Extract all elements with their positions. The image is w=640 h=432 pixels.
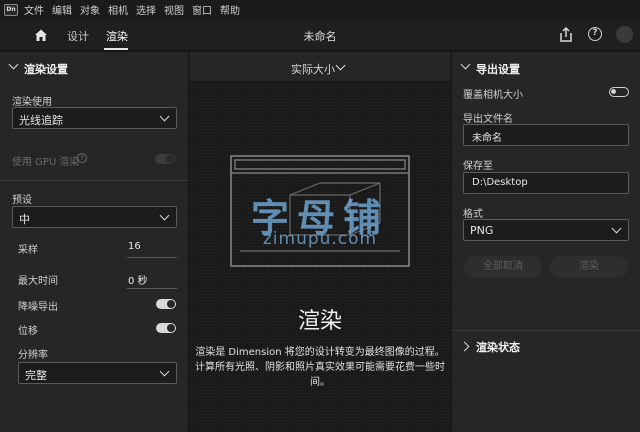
format-value: PNG xyxy=(470,224,494,237)
gpu-render-toggle[interactable] xyxy=(155,154,175,164)
resolution-select[interactable]: 完整 xyxy=(18,362,177,384)
collapse-chevron-icon[interactable] xyxy=(460,59,471,70)
help-icon[interactable]: ? xyxy=(588,27,602,41)
resolution-value: 完整 xyxy=(25,369,47,382)
empty-state-title: 渲染 xyxy=(297,309,342,334)
max-time-underline xyxy=(127,288,177,289)
filename-input[interactable]: 未命名 xyxy=(463,124,629,146)
render-status-title[interactable]: 渲染状态 xyxy=(476,339,520,355)
format-select[interactable]: PNG xyxy=(463,219,629,241)
denoise-export-toggle[interactable] xyxy=(156,299,176,309)
home-icon[interactable] xyxy=(34,28,48,42)
override-camera-size-toggle[interactable] xyxy=(609,87,629,97)
menu-bar: Dn 文件 编辑 对象 相机 选择 视图 窗口 帮助 xyxy=(0,0,640,19)
format-label: 格式 xyxy=(463,209,483,220)
gpu-render-label: 使用 GPU 渲染 xyxy=(12,157,80,168)
override-camera-size-label: 覆盖相机大小 xyxy=(463,90,523,101)
filename-value: 未命名 xyxy=(472,133,502,144)
denoise-export-label: 降噪导出 xyxy=(18,302,58,313)
save-to-input[interactable]: D:\Desktop xyxy=(463,172,629,194)
menu-view[interactable]: 视图 xyxy=(164,2,184,17)
max-time-label: 最大时间 xyxy=(18,276,58,287)
chevron-down-icon xyxy=(159,366,170,377)
menu-file[interactable]: 文件 xyxy=(24,2,44,17)
section-divider xyxy=(452,330,640,331)
menu-select[interactable]: 选择 xyxy=(136,2,156,17)
menu-window[interactable]: 窗口 xyxy=(192,2,212,17)
export-settings-panel: 导出设置 覆盖相机大小 导出文件名 未命名 保存至 D:\Desktop 格式 … xyxy=(451,52,640,432)
render-settings-panel: 渲染设置 渲染使用 光线追踪 使用 GPU 渲染 ? 预设 中 采样 16 最大… xyxy=(0,52,189,432)
samples-underline xyxy=(127,257,177,258)
preset-value: 中 xyxy=(19,213,30,226)
menu-edit[interactable]: 编辑 xyxy=(52,2,72,17)
render-canvas-panel: 实际大小 字母铺 zimupu.com 渲染 渲染是 Dimension 将您的… xyxy=(190,52,450,432)
chevron-down-icon xyxy=(159,111,170,122)
render-use-label: 渲染使用 xyxy=(12,97,52,108)
share-icon[interactable] xyxy=(559,27,573,42)
section-divider xyxy=(0,180,188,181)
view-size-select[interactable]: 实际大小 xyxy=(190,52,450,82)
menu-object[interactable]: 对象 xyxy=(80,2,100,17)
resolution-label: 分辨率 xyxy=(18,350,48,361)
canvas-area: 字母铺 zimupu.com 渲染 渲染是 Dimension 将您的设计转变为… xyxy=(190,83,450,432)
displacement-label: 位移 xyxy=(18,326,38,337)
max-time-value[interactable]: 0 秒 xyxy=(128,272,148,287)
chevron-down-icon xyxy=(159,210,170,221)
render-settings-title: 渲染设置 xyxy=(24,63,68,76)
chevron-down-icon xyxy=(611,223,622,234)
export-settings-title: 导出设置 xyxy=(476,63,520,76)
active-tab-indicator xyxy=(104,48,128,50)
app-logo: Dn xyxy=(4,3,18,16)
samples-value[interactable]: 16 xyxy=(128,241,141,252)
tab-render[interactable]: 渲染 xyxy=(106,28,128,44)
collapse-chevron-icon[interactable] xyxy=(8,59,19,70)
chevron-down-icon xyxy=(335,60,346,71)
app-header: 设计 渲染 未命名 ? xyxy=(0,19,640,51)
view-size-value: 实际大小 xyxy=(291,63,335,76)
preset-label: 预设 xyxy=(12,195,32,206)
displacement-toggle[interactable] xyxy=(156,323,176,333)
filename-label: 导出文件名 xyxy=(463,114,513,125)
preset-select[interactable]: 中 xyxy=(12,206,177,228)
gpu-help-icon[interactable]: ? xyxy=(77,153,87,163)
tab-design[interactable]: 设计 xyxy=(67,28,89,44)
render-illustration-icon xyxy=(230,155,410,267)
menu-help[interactable]: 帮助 xyxy=(220,2,240,17)
save-to-value: D:\Desktop xyxy=(472,177,528,188)
menu-camera[interactable]: 相机 xyxy=(108,2,128,17)
samples-label: 采样 xyxy=(18,245,38,256)
avatar[interactable] xyxy=(616,26,633,43)
render-button[interactable]: 渲染 xyxy=(550,256,628,278)
cancel-all-button[interactable]: 全部取消 xyxy=(464,256,542,278)
document-title: 未命名 xyxy=(303,30,337,43)
empty-state-description: 渲染是 Dimension 将您的设计转变为最终图像的过程。计算所有光照、阴影和… xyxy=(195,347,445,388)
expand-chevron-icon[interactable] xyxy=(459,341,470,352)
render-use-select[interactable]: 光线追踪 xyxy=(12,107,177,129)
save-to-label: 保存至 xyxy=(463,161,493,172)
render-use-value: 光线追踪 xyxy=(19,114,63,127)
